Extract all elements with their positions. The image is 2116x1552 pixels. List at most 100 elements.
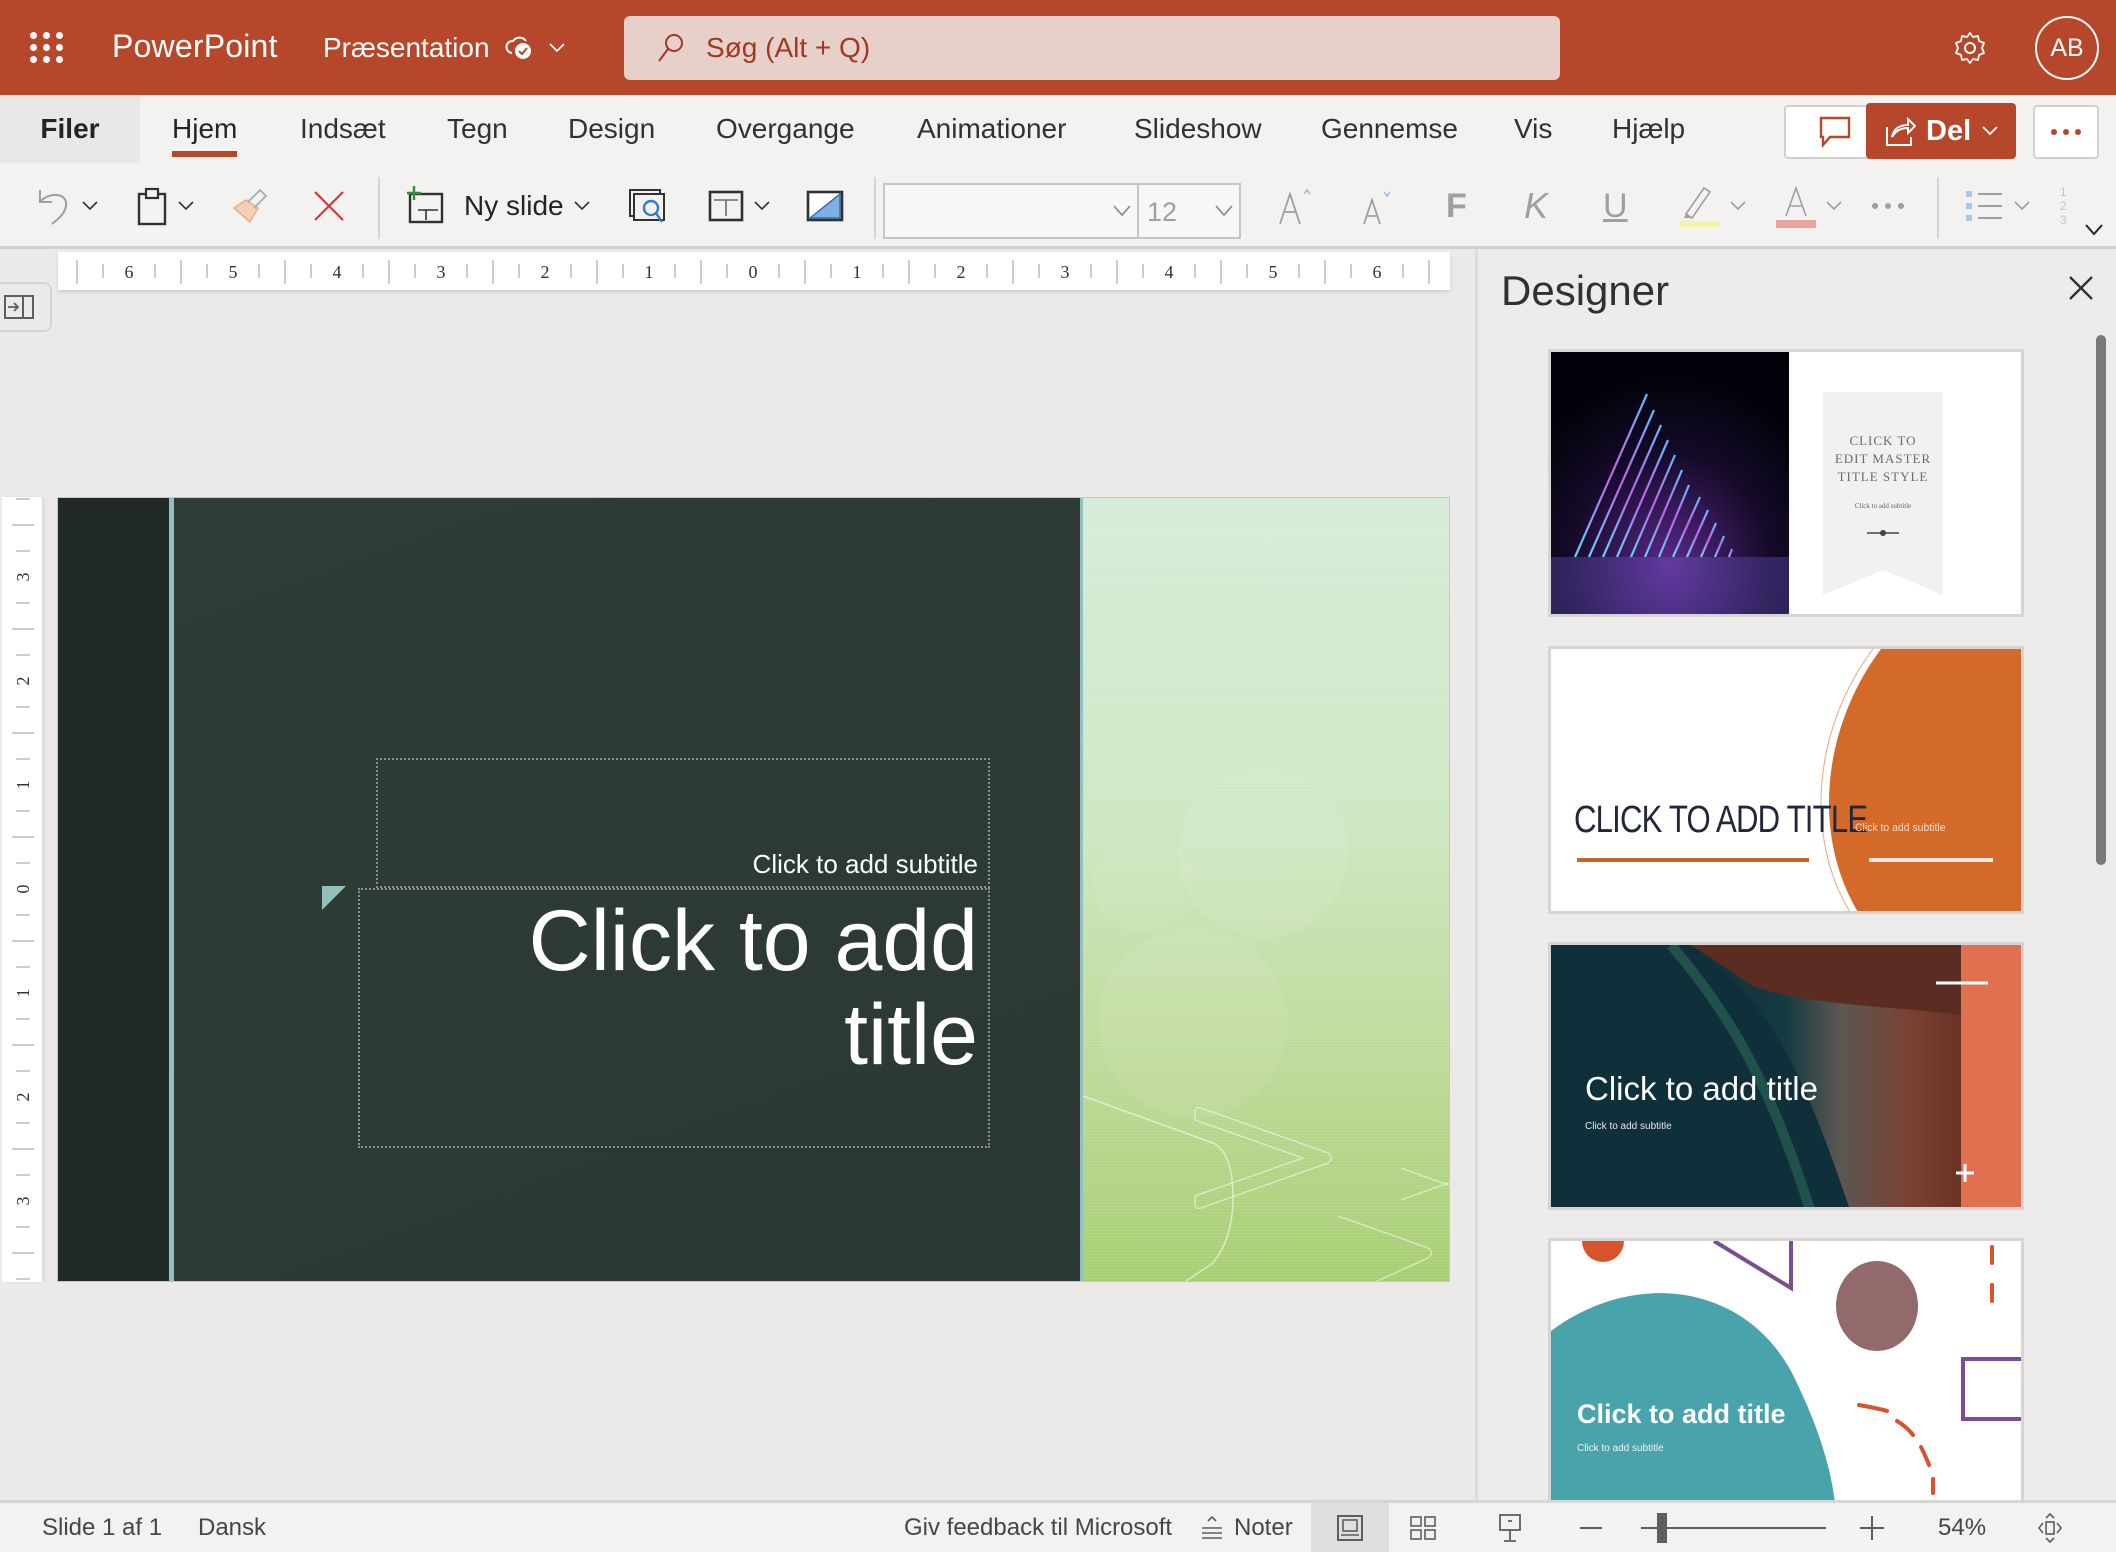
ruler-ticks: 3 2 1 0 1 2 3: [12, 498, 34, 1280]
title-placeholder[interactable]: Click to add title: [358, 888, 990, 1148]
paste-button[interactable]: [136, 163, 194, 249]
ribbon-toolbar: Ny slide 12 F K U 123: [0, 163, 2116, 249]
format-painter-icon: [232, 188, 268, 224]
close-icon[interactable]: [2066, 273, 2096, 303]
panel-expand-icon: [4, 295, 34, 319]
normal-view-button[interactable]: [1311, 1503, 1389, 1552]
font-size-dropdown[interactable]: 12: [1137, 183, 1241, 239]
zoom-in-icon[interactable]: [1860, 1516, 1884, 1540]
gear-icon[interactable]: [1952, 30, 1988, 66]
design-thumbnail: CLICK TO ADD TITLE Click to add subtitle: [1551, 649, 2021, 911]
zoom-percent[interactable]: 54%: [1938, 1503, 1986, 1552]
tab-overgange[interactable]: Overgange: [716, 95, 855, 163]
app-name[interactable]: PowerPoint: [112, 28, 278, 65]
tab-slideshow[interactable]: Slideshow: [1134, 95, 1262, 163]
subtitle-placeholder[interactable]: Click to add subtitle: [376, 758, 990, 888]
tab-gennemse[interactable]: Gennemse: [1321, 95, 1458, 163]
tab-animationer[interactable]: Animationer: [917, 95, 1066, 163]
numbering-button[interactable]: 123: [2058, 163, 2072, 249]
ribbon-tabs: Filer Hjem Indsæt Tegn Design Overgange …: [0, 95, 2116, 163]
normal-view-icon: [1337, 1515, 1363, 1541]
new-slide-button[interactable]: Ny slide: [406, 163, 590, 249]
fit-to-window-icon[interactable]: [2038, 1513, 2062, 1543]
italic-button[interactable]: K: [1524, 163, 1548, 249]
tab-hjem[interactable]: Hjem: [172, 95, 238, 163]
feedback-link[interactable]: Giv feedback til Microsoft: [904, 1503, 1172, 1552]
ruler-label: 3: [437, 262, 446, 282]
delete-button[interactable]: [312, 163, 346, 249]
undo-button[interactable]: [36, 163, 98, 249]
bullets-button[interactable]: [1966, 163, 2030, 249]
grow-font-button[interactable]: [1276, 163, 1316, 249]
zoom-slider-thumb[interactable]: [1656, 1513, 1667, 1543]
chevron-down-icon: [1730, 201, 1746, 211]
notes-label: Noter: [1234, 1514, 1293, 1541]
chevron-down-icon: [2014, 201, 2030, 211]
ruler-label: 6: [1373, 262, 1382, 282]
search-input[interactable]: Søg (Alt + Q): [624, 16, 1560, 80]
design-thumbnail: Click to add title Click to add subtitle: [1551, 945, 2021, 1207]
expand-ribbon-icon[interactable]: [2084, 223, 2104, 237]
horizontal-ruler: 6 5 4 3 2 1 0 1 2 3 4 5 6: [58, 252, 1450, 290]
tab-tegn[interactable]: Tegn: [447, 95, 508, 163]
comment-icon: [1819, 116, 1851, 149]
reuse-slides-button[interactable]: [628, 163, 668, 249]
design-idea-card[interactable]: Click to add title Click to add subtitle: [1548, 942, 2024, 1210]
font-color-button[interactable]: [1776, 163, 1842, 249]
title-bar: PowerPoint Præsentation Søg (Alt + Q) AB: [0, 0, 2116, 95]
bold-button[interactable]: F: [1446, 163, 1467, 249]
cloud-saved-icon: [505, 36, 531, 59]
zoom-slider-track[interactable]: [1641, 1527, 1826, 1529]
slide-canvas[interactable]: Click to add subtitle Click to add title: [57, 497, 1450, 1282]
numbered-list-icon: 123: [2060, 185, 2067, 227]
design-idea-card[interactable]: CLICK TO EDIT MASTER TITLE STYLE Click t…: [1548, 349, 2024, 617]
zoom-out-icon[interactable]: [1580, 1526, 1602, 1530]
chevron-down-icon: [754, 201, 770, 211]
layout-button[interactable]: [708, 163, 770, 249]
tab-design[interactable]: Design: [568, 95, 655, 163]
shrink-font-icon: [1363, 191, 1391, 225]
share-label: Del: [1926, 114, 1972, 147]
format-background-button[interactable]: [806, 163, 844, 249]
highlight-color-button[interactable]: [1680, 163, 1746, 249]
shrink-font-button[interactable]: [1360, 163, 1400, 249]
grow-font-icon: [1279, 188, 1311, 225]
chevron-down-icon: [548, 43, 565, 53]
tab-hjaelp[interactable]: Hjælp: [1612, 95, 1685, 163]
ruler-label: 1: [645, 262, 654, 282]
font-name-dropdown[interactable]: [883, 183, 1139, 239]
ruler-label: 0: [749, 262, 758, 282]
expand-thumbnails-button[interactable]: [0, 282, 52, 332]
notes-button[interactable]: Noter: [1200, 1503, 1293, 1552]
ruler-label: 6: [125, 262, 134, 282]
design-idea-card[interactable]: Click to add title Click to add subtitle: [1548, 1238, 2024, 1500]
svg-text:CLICK TO ADD TITLE: CLICK TO ADD TITLE: [1574, 799, 1867, 841]
ruler-label: 3: [13, 573, 33, 582]
language-indicator[interactable]: Dansk: [198, 1503, 266, 1552]
avatar[interactable]: AB: [2035, 16, 2099, 80]
chevron-down-icon: [1113, 205, 1131, 217]
search-placeholder: Søg (Alt + Q): [706, 32, 871, 63]
more-options-button[interactable]: [2033, 105, 2099, 159]
ruler-label: 1: [13, 781, 33, 790]
delete-x-icon: [314, 191, 344, 221]
scrollbar[interactable]: [2096, 335, 2106, 865]
ruler-label: 2: [13, 677, 33, 686]
underline-button[interactable]: U: [1603, 163, 1628, 249]
ruler-label: 2: [957, 262, 966, 282]
more-font-options-button[interactable]: [1870, 163, 1906, 249]
share-button[interactable]: Del: [1866, 103, 2016, 159]
ruler-ticks: 6 5 4 3 2 1 0 1 2 3 4 5 6: [76, 260, 1430, 284]
slide-counter: Slide 1 af 1: [42, 1514, 163, 1541]
slide-sorter-icon[interactable]: [1410, 1516, 1436, 1540]
design-idea-card[interactable]: CLICK TO ADD TITLE Click to add subtitle: [1548, 646, 2024, 914]
app-launcher-icon[interactable]: [30, 32, 64, 63]
document-title[interactable]: Præsentation: [323, 32, 566, 64]
tab-filer[interactable]: Filer: [0, 95, 140, 163]
reading-view-icon[interactable]: [1498, 1513, 1522, 1543]
chevron-decoration: [1083, 768, 1449, 1281]
chevron-down-icon: [1215, 205, 1233, 217]
format-painter-button[interactable]: [230, 163, 268, 249]
tab-indsaet[interactable]: Indsæt: [300, 95, 386, 163]
tab-vis[interactable]: Vis: [1514, 95, 1552, 163]
